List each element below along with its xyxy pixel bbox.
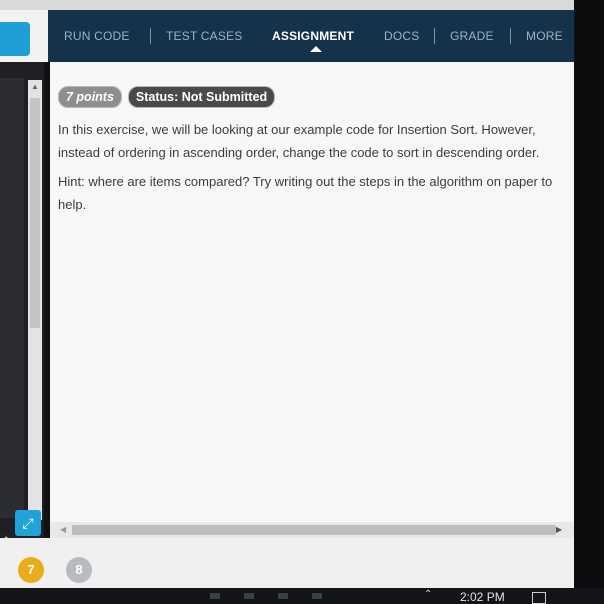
tab-docs[interactable]: DOCS: [384, 10, 419, 62]
hint-paragraph: Hint: where are items compared? Try writ…: [58, 174, 553, 212]
taskbar-app-icon[interactable]: [312, 593, 322, 599]
editor-scroll-thumb[interactable]: [30, 98, 40, 328]
points-badge: 7 points: [58, 86, 122, 108]
taskbar-app-icon[interactable]: [210, 593, 220, 599]
instructions-paragraph: In this exercise, we will be looking at …: [58, 122, 540, 160]
notification-icon[interactable]: [532, 592, 546, 604]
expand-arrows-icon[interactable]: ⤢: [15, 510, 41, 536]
taskbar-app-icon[interactable]: [278, 593, 288, 599]
editor-gutter: [0, 78, 24, 518]
tab-assignment[interactable]: ASSIGNMENT: [272, 10, 354, 62]
assignment-instructions: In this exercise, we will be looking at …: [58, 118, 564, 222]
exercise-step-bar: 7 8: [0, 538, 574, 588]
horizontal-scroll-thumb[interactable]: [72, 525, 556, 535]
taskbar-clock[interactable]: 2:02 PM: [460, 588, 505, 604]
scroll-left-arrow-icon[interactable]: ◀: [60, 522, 70, 538]
top-nav-bar: RUN CODE TEST CASES ASSIGNMENT DOCS GRAD…: [48, 10, 574, 62]
horizontal-scrollbar[interactable]: ◀ ▶: [50, 522, 574, 538]
step-current[interactable]: 7: [18, 557, 44, 583]
screen: ▲ RUN CODE TEST CASES ASSIGNMENT DOCS GR…: [0, 0, 604, 604]
tab-more[interactable]: MORE: [526, 10, 563, 62]
nav-separator: [150, 28, 151, 44]
scroll-right-arrow-icon[interactable]: ▶: [556, 522, 566, 538]
os-taskbar: ⌃ 2:02 PM: [0, 588, 604, 604]
nav-separator: [510, 28, 511, 44]
step-next[interactable]: 8: [66, 557, 92, 583]
status-badge: Status: Not Submitted: [127, 86, 276, 108]
scroll-up-arrow-icon[interactable]: ▲: [28, 80, 42, 94]
editor-action-button[interactable]: [0, 22, 30, 56]
browser-top-strip: [0, 0, 604, 10]
tray-chevron-up-icon[interactable]: ⌃: [424, 589, 432, 600]
active-tab-caret-icon: [310, 46, 322, 52]
assignment-badges: 7 points Status: Not Submitted: [58, 86, 276, 108]
monitor-bezel: [574, 0, 604, 604]
tab-grade[interactable]: GRADE: [450, 10, 494, 62]
taskbar-app-icon[interactable]: [244, 593, 254, 599]
assignment-panel: 7 points Status: Not Submitted In this e…: [50, 62, 574, 522]
taskbar-apps: [210, 593, 322, 599]
tab-test-cases[interactable]: TEST CASES: [166, 10, 242, 62]
nav-separator: [434, 28, 435, 44]
tab-run-code[interactable]: RUN CODE: [64, 10, 130, 62]
